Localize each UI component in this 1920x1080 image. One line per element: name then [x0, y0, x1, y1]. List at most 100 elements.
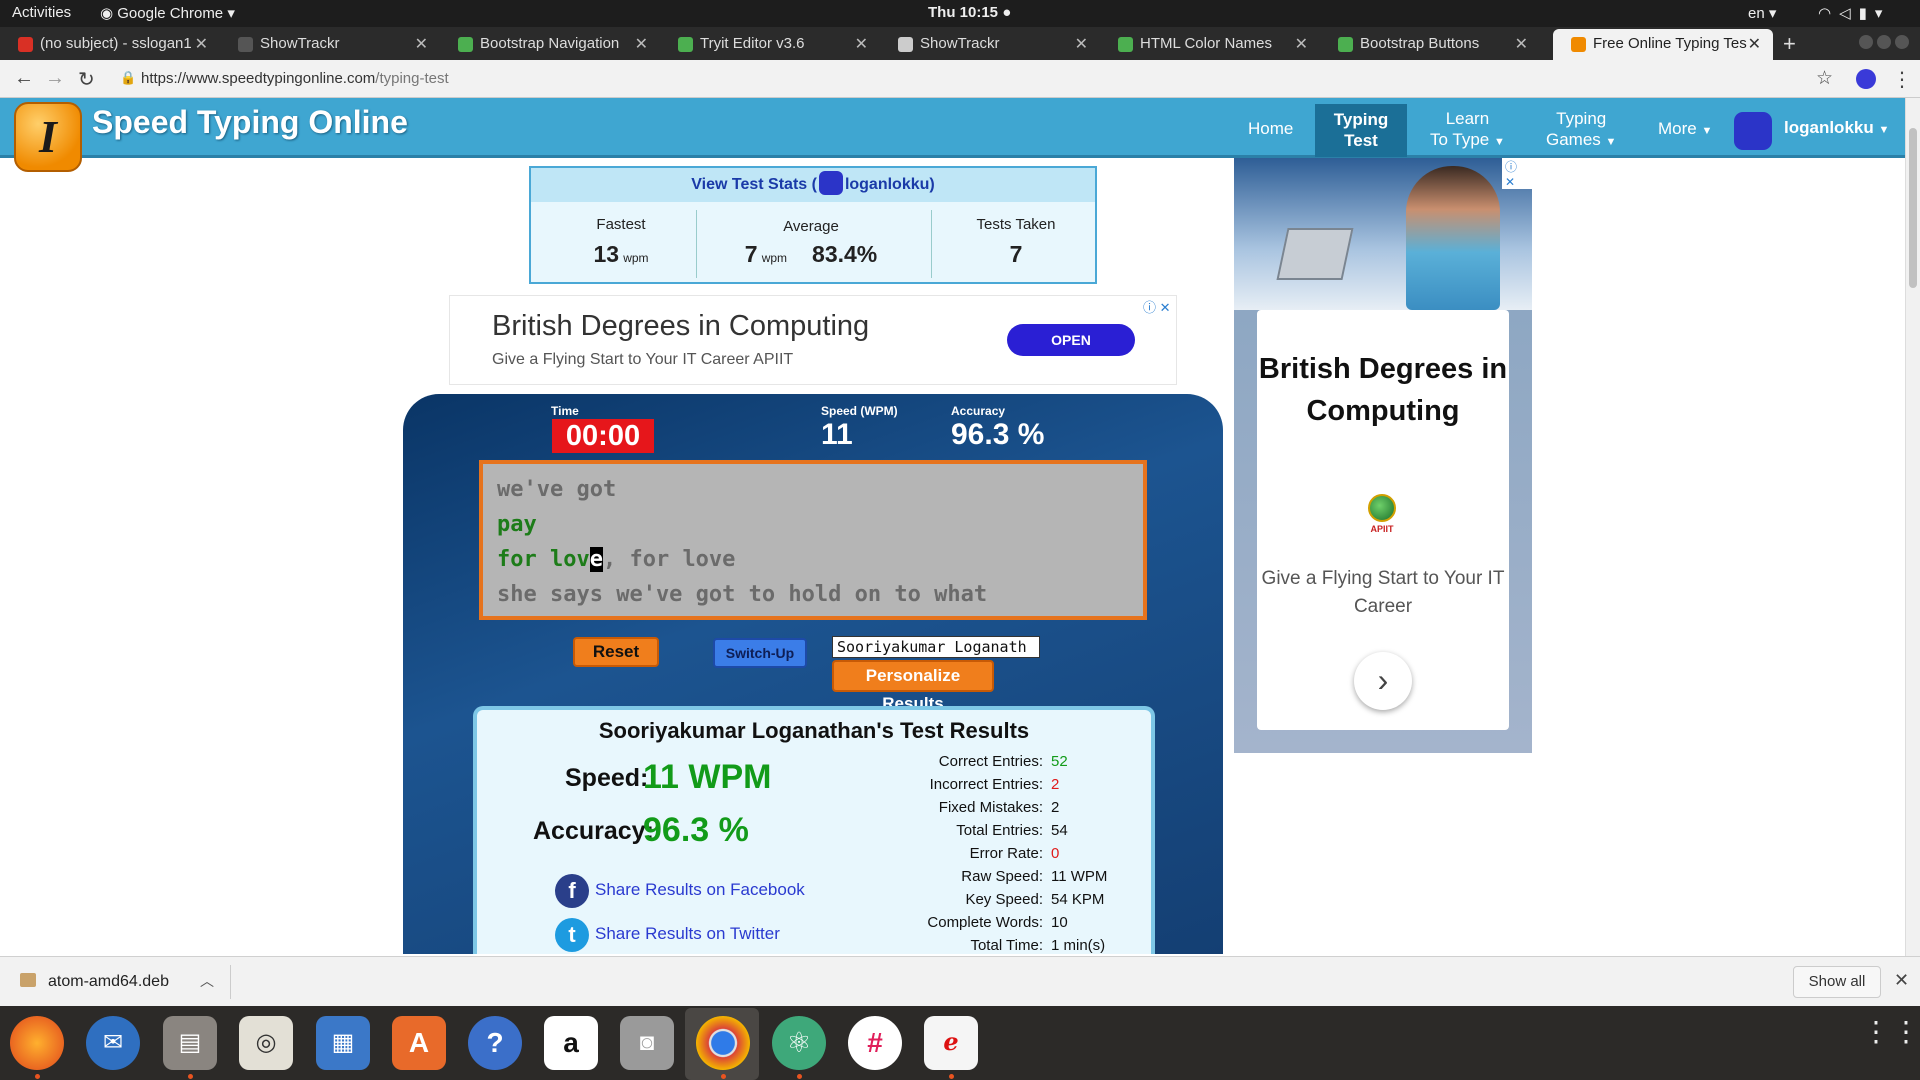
detail-value: 2 [1051, 776, 1060, 793]
clock[interactable]: Thu 10:15 ● [928, 4, 1011, 21]
name-input[interactable]: Sooriyakumar Loganath [832, 636, 1040, 658]
result-speed-value: 11 WPM [643, 758, 772, 796]
close-icon[interactable]: ✕ [1515, 34, 1528, 54]
thunderbird-icon[interactable]: ✉ [86, 1016, 140, 1070]
lock-icon[interactable]: 🔒 [120, 70, 136, 86]
close-window-button[interactable] [1895, 35, 1909, 49]
user-avatar-icon [818, 171, 843, 195]
typing-text-area[interactable]: we've got pay for love, for love she say… [479, 460, 1147, 620]
page-scrollbar[interactable] [1905, 98, 1920, 956]
close-icon[interactable]: ✕ [855, 34, 868, 54]
document-viewer-icon[interactable]: ℯ [924, 1016, 978, 1070]
nav-typing-games[interactable]: Typing Games ▼ [1546, 108, 1616, 153]
stat-label: Fastest [596, 216, 646, 233]
tab-label: HTML Color Names [1140, 35, 1272, 52]
writer-icon[interactable]: ▦ [316, 1016, 370, 1070]
camera-icon[interactable]: ◙ [620, 1016, 674, 1070]
detail-label: Incorrect Entries: [929, 776, 1043, 793]
chevron-right-icon[interactable]: › [1354, 652, 1412, 710]
help-icon[interactable]: ? [468, 1016, 522, 1070]
forward-arrow-icon[interactable]: → [45, 67, 65, 90]
browser-tab[interactable]: ShowTrackr ✕ [220, 29, 440, 60]
close-icon[interactable]: ✕ [1295, 34, 1308, 54]
result-accuracy-value: 96.3 % [643, 811, 749, 849]
back-arrow-icon[interactable]: ← [14, 67, 34, 90]
minimize-button[interactable] [1859, 35, 1873, 49]
file-icon [20, 973, 36, 987]
ad-open-button[interactable]: OPEN [1007, 324, 1135, 356]
system-tray[interactable]: ◠◁▮▾ [1818, 4, 1890, 22]
browser-tab[interactable]: (no subject) - sslogan1 ✕ [0, 29, 220, 60]
activities-button[interactable]: Activities [12, 4, 71, 21]
scrollbar-thumb[interactable] [1909, 128, 1917, 288]
browser-tab[interactable]: Bootstrap Buttons ✕ [1320, 29, 1540, 60]
language-text: en [1748, 5, 1765, 22]
new-tab-button[interactable]: + [1783, 31, 1796, 57]
user-avatar[interactable] [1734, 112, 1772, 150]
browser-tab[interactable]: Bootstrap Navigation ✕ [440, 29, 660, 60]
address-bar[interactable]: https://www.speedtypingonline.com/typing… [141, 70, 449, 87]
browser-tab[interactable]: Tryit Editor v3.6 ✕ [660, 29, 880, 60]
site-logo-text[interactable]: Speed Typing Online [92, 104, 408, 141]
side-ad[interactable]: ⓘ ✕ British Degrees in Computing APIIT G… [1234, 158, 1532, 753]
firefox-icon[interactable] [10, 1016, 64, 1070]
ad-close-icon[interactable]: ⓘ ✕ [1502, 158, 1532, 189]
files-icon[interactable]: ▤ [163, 1016, 217, 1070]
globe-icon [1368, 494, 1396, 522]
amazon-icon[interactable]: a [544, 1016, 598, 1070]
ad-close-icon[interactable]: ⓘ ✕ [1143, 297, 1171, 316]
tab-label: Bootstrap Navigation [480, 35, 620, 52]
bookmark-star-icon[interactable]: ☆ [1816, 67, 1833, 90]
browser-tab-active[interactable]: Free Online Typing Tes ✕ [1553, 29, 1773, 60]
nav-more[interactable]: More ▼ [1658, 118, 1712, 142]
chrome-icon: ◉ [100, 5, 118, 22]
chevron-up-icon[interactable]: ︿ [200, 971, 214, 991]
app-menu[interactable]: ◉ Google Chrome ▾ [100, 4, 235, 22]
detail-row: Total Entries: 54 [897, 822, 1147, 845]
close-icon[interactable]: ✕ [635, 34, 648, 54]
software-center-icon[interactable]: A [392, 1016, 446, 1070]
chrome-icon[interactable] [696, 1016, 750, 1070]
detail-value: 2 [1051, 799, 1060, 816]
stat-unit: wpm [761, 251, 788, 265]
reload-icon[interactable]: ↻ [78, 67, 95, 92]
close-icon[interactable]: ✕ [1894, 970, 1909, 991]
switch-up-button[interactable]: Switch-Up [713, 638, 807, 668]
atom-icon[interactable]: ⚛ [772, 1016, 826, 1070]
nav-label: More [1658, 119, 1697, 138]
language-indicator[interactable]: en ▾ [1748, 4, 1776, 22]
detail-row: Complete Words: 10 [897, 914, 1147, 937]
nav-typing-test[interactable]: Typing Test [1315, 104, 1407, 157]
user-menu[interactable]: loganlokku ▼ [1784, 118, 1889, 138]
show-applications-icon[interactable]: ⋮⋮⋮ [1862, 1018, 1920, 1046]
text-line: pay [497, 512, 537, 537]
personalize-results-button[interactable]: Personalize Results [832, 660, 994, 713]
nav-home[interactable]: Home [1248, 118, 1293, 139]
share-twitter-link[interactable]: t Share Results on Twitter [555, 918, 780, 952]
caret-down-icon: ▼ [1701, 125, 1713, 137]
window-controls [1855, 35, 1909, 53]
nav-learn-to-type[interactable]: Learn To Type ▼ [1430, 108, 1505, 153]
close-icon[interactable]: ✕ [1075, 34, 1088, 54]
browser-tab[interactable]: ShowTrackr ✕ [880, 29, 1100, 60]
show-all-button[interactable]: Show all [1793, 966, 1881, 998]
ad-banner[interactable]: British Degrees in Computing Give a Flyi… [449, 295, 1177, 385]
extension-icon[interactable] [1856, 69, 1876, 89]
download-file-name[interactable]: atom-amd64.deb [48, 973, 169, 991]
menu-kebab-icon[interactable]: ⋮ [1892, 67, 1912, 92]
share-facebook-link[interactable]: f Share Results on Facebook [555, 874, 805, 908]
reset-button[interactable]: Reset [573, 637, 659, 667]
person-graphic [1406, 166, 1500, 310]
site-logo-icon[interactable]: I [14, 102, 82, 172]
close-icon[interactable]: ✕ [195, 34, 208, 54]
maximize-button[interactable] [1877, 35, 1891, 49]
browser-tab[interactable]: HTML Color Names ✕ [1100, 29, 1320, 60]
close-icon[interactable]: ✕ [1748, 34, 1761, 54]
tab-label: Bootstrap Buttons [1360, 35, 1480, 52]
stat-value-accuracy: 83.4% [812, 241, 878, 267]
rhythmbox-icon[interactable]: ◎ [239, 1016, 293, 1070]
battery-icon: ▮ [1858, 5, 1875, 22]
close-icon[interactable]: ✕ [415, 34, 428, 54]
slack-icon[interactable]: # [848, 1016, 902, 1070]
view-test-stats-link[interactable]: View Test Stats (loganlokku) [531, 168, 1095, 202]
